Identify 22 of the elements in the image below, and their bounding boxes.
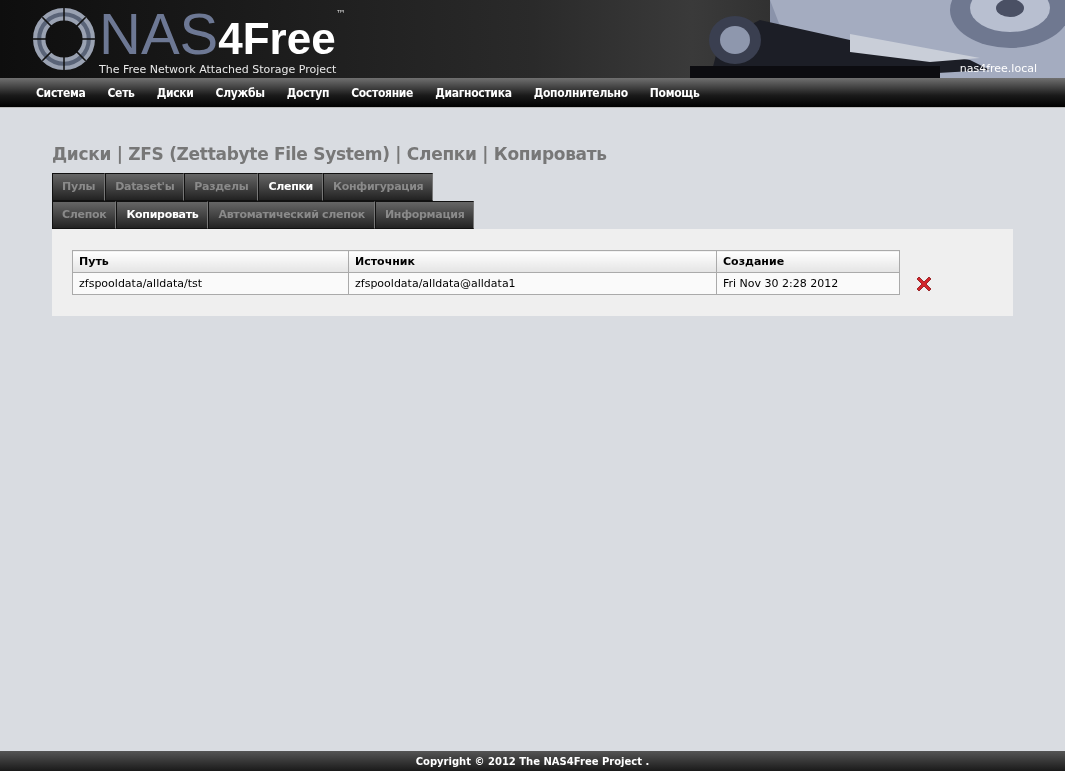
logo-ring-icon — [33, 8, 95, 70]
menu-item[interactable]: Доступ — [275, 85, 341, 100]
menu-item[interactable]: Состояние — [340, 85, 425, 100]
copyright-text: Copyright © 2012 The NAS4Free Project . — [415, 755, 650, 767]
menu-item[interactable]: Дополнительно — [522, 85, 639, 100]
table-cell: zfspooldata/alldata/tst — [72, 272, 349, 295]
column-header: Создание — [716, 250, 900, 273]
menu-item[interactable]: Диагностика — [424, 85, 523, 100]
menu-item[interactable]: Помощь — [638, 85, 711, 100]
tab[interactable]: Копировать — [116, 201, 209, 229]
logo-wordmark: NAS4Free$^{™}$ — [99, 4, 346, 63]
column-header: Источник — [348, 250, 717, 273]
menu-item[interactable]: Диски — [145, 85, 205, 100]
menu-item[interactable]: Службы — [204, 85, 276, 100]
menu-item[interactable]: Сеть — [96, 85, 146, 100]
table-cell: Fri Nov 30 2:28 2012 — [716, 272, 900, 295]
column-header: Путь — [72, 250, 349, 273]
page-title: Диски | ZFS (Zettabyte File System) | Слепки | Копировать — [52, 144, 608, 164]
menu-item[interactable]: Система — [25, 85, 97, 100]
tab[interactable]: Слепки — [258, 173, 323, 201]
table-cell: zfspooldata/alldata@alldata1 — [348, 272, 717, 295]
tagline: The Free Network Attached Storage Project — [99, 62, 338, 76]
